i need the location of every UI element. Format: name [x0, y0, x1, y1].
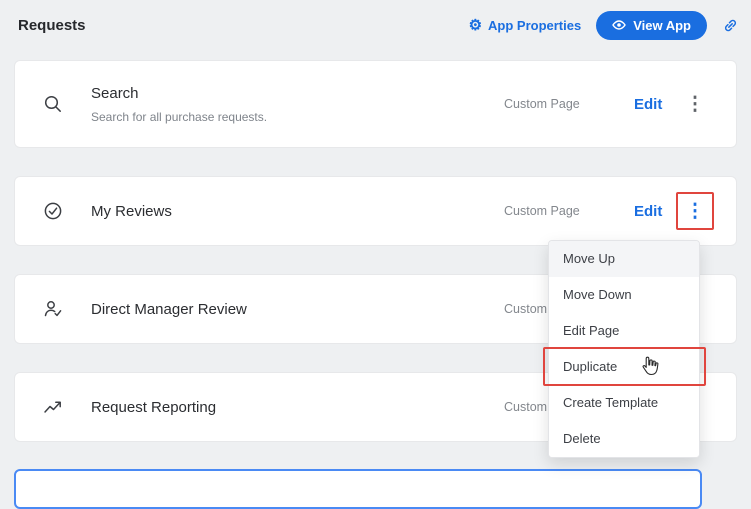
row-type-label: Custom Page [504, 97, 580, 111]
row-subtitle: Search for all purchase requests. [91, 109, 268, 124]
app-properties-label: App Properties [488, 17, 582, 33]
link-icon[interactable] [722, 17, 739, 34]
hand-cursor-icon [640, 355, 660, 377]
search-icon [41, 94, 65, 114]
edit-link[interactable]: Edit [634, 203, 680, 220]
next-card-highlight [14, 469, 702, 509]
app-properties-button[interactable]: ⚙ App Properties [469, 18, 582, 33]
row-type-label: Custom Page [504, 204, 580, 218]
row-text-block: Request Reporting [91, 399, 504, 416]
menu-item-create-template[interactable]: Create Template [549, 385, 699, 421]
kebab-menu-icon[interactable]: ⋮ [680, 95, 710, 114]
edit-link[interactable]: Edit [634, 96, 680, 113]
annotation-box-kebab [676, 192, 714, 230]
menu-item-move-down[interactable]: Move Down [549, 277, 699, 313]
chart-icon [41, 397, 65, 417]
row-actions: Custom Page Edit ⋮ [504, 95, 710, 114]
row-title: My Reviews [91, 202, 172, 220]
view-app-label: View App [633, 17, 691, 33]
user-check-icon [41, 299, 65, 319]
row-text-block: Search Search for all purchase requests. [91, 85, 504, 124]
menu-item-edit-page[interactable]: Edit Page [549, 313, 699, 349]
header-actions: ⚙ App Properties View App [469, 0, 739, 50]
check-circle-icon [41, 201, 65, 221]
gear-icon: ⚙ [468, 16, 483, 34]
row-title: Request Reporting [91, 398, 217, 416]
page-row-my-reviews: My Reviews Custom Page Edit ⋮ [14, 176, 737, 246]
menu-item-move-up[interactable]: Move Up [549, 241, 699, 277]
page-row-search: Search Search for all purchase requests.… [14, 60, 737, 148]
annotation-box-duplicate [543, 347, 706, 386]
row-title: Direct Manager Review [91, 300, 247, 318]
page-title: Requests [18, 17, 86, 34]
row-text-block: Direct Manager Review [91, 301, 504, 318]
page-header: Requests ⚙ App Properties View App [0, 0, 751, 50]
row-text-block: My Reviews [91, 203, 504, 220]
menu-item-delete[interactable]: Delete [549, 421, 699, 457]
row-title: Search [91, 84, 139, 102]
view-app-icon [612, 18, 627, 32]
view-app-button[interactable]: View App [596, 10, 707, 40]
